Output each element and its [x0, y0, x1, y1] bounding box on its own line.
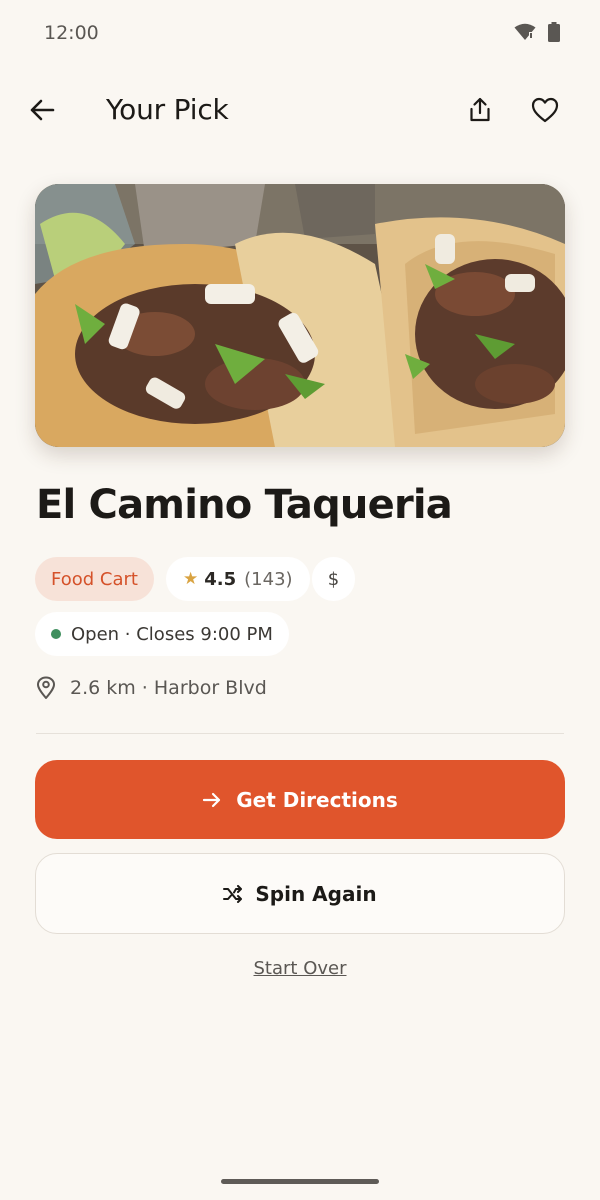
location-row: 2.6 km · Harbor Blvd — [36, 676, 267, 700]
status-bar: 12:00 — [0, 0, 600, 68]
back-arrow-icon — [30, 99, 55, 121]
spin-again-label: Spin Again — [255, 881, 377, 906]
arrow-right-icon — [202, 791, 222, 809]
status-icons — [514, 22, 560, 47]
star-icon: ★ — [183, 569, 199, 589]
open-status-dot — [51, 629, 61, 639]
shuffle-icon — [223, 884, 243, 903]
location-text: 2.6 km · Harbor Blvd — [70, 677, 267, 699]
start-over-link[interactable]: Start Over — [0, 958, 600, 979]
location-pin-icon — [37, 676, 55, 699]
back-button[interactable] — [22, 90, 62, 130]
wifi-icon — [514, 23, 536, 46]
rating-value: 4.5 — [204, 568, 237, 590]
status-time: 12:00 — [44, 22, 99, 44]
share-button[interactable] — [460, 90, 500, 130]
hours-chip: Open · Closes 9:00 PM — [35, 612, 289, 656]
top-app-bar: Your Pick — [0, 78, 600, 142]
heart-icon — [531, 97, 559, 123]
divider — [36, 733, 564, 734]
hours-text: Open · Closes 9:00 PM — [71, 623, 273, 645]
review-count: (143) — [244, 568, 293, 590]
place-name: El Camino Taqueria — [36, 482, 453, 528]
page-title: Your Pick — [106, 93, 229, 126]
category-chip: Food Cart — [35, 557, 154, 601]
get-directions-label: Get Directions — [236, 787, 398, 812]
battery-icon — [548, 22, 560, 47]
get-directions-button[interactable]: Get Directions — [35, 760, 565, 839]
spin-again-button[interactable]: Spin Again — [35, 853, 565, 934]
place-photo — [35, 184, 565, 447]
share-icon — [470, 97, 490, 122]
rating-chip: ★ 4.5 (143) — [166, 557, 310, 601]
price-chip: $ — [312, 557, 355, 601]
favorite-button[interactable] — [524, 90, 566, 130]
home-indicator[interactable] — [221, 1179, 379, 1184]
